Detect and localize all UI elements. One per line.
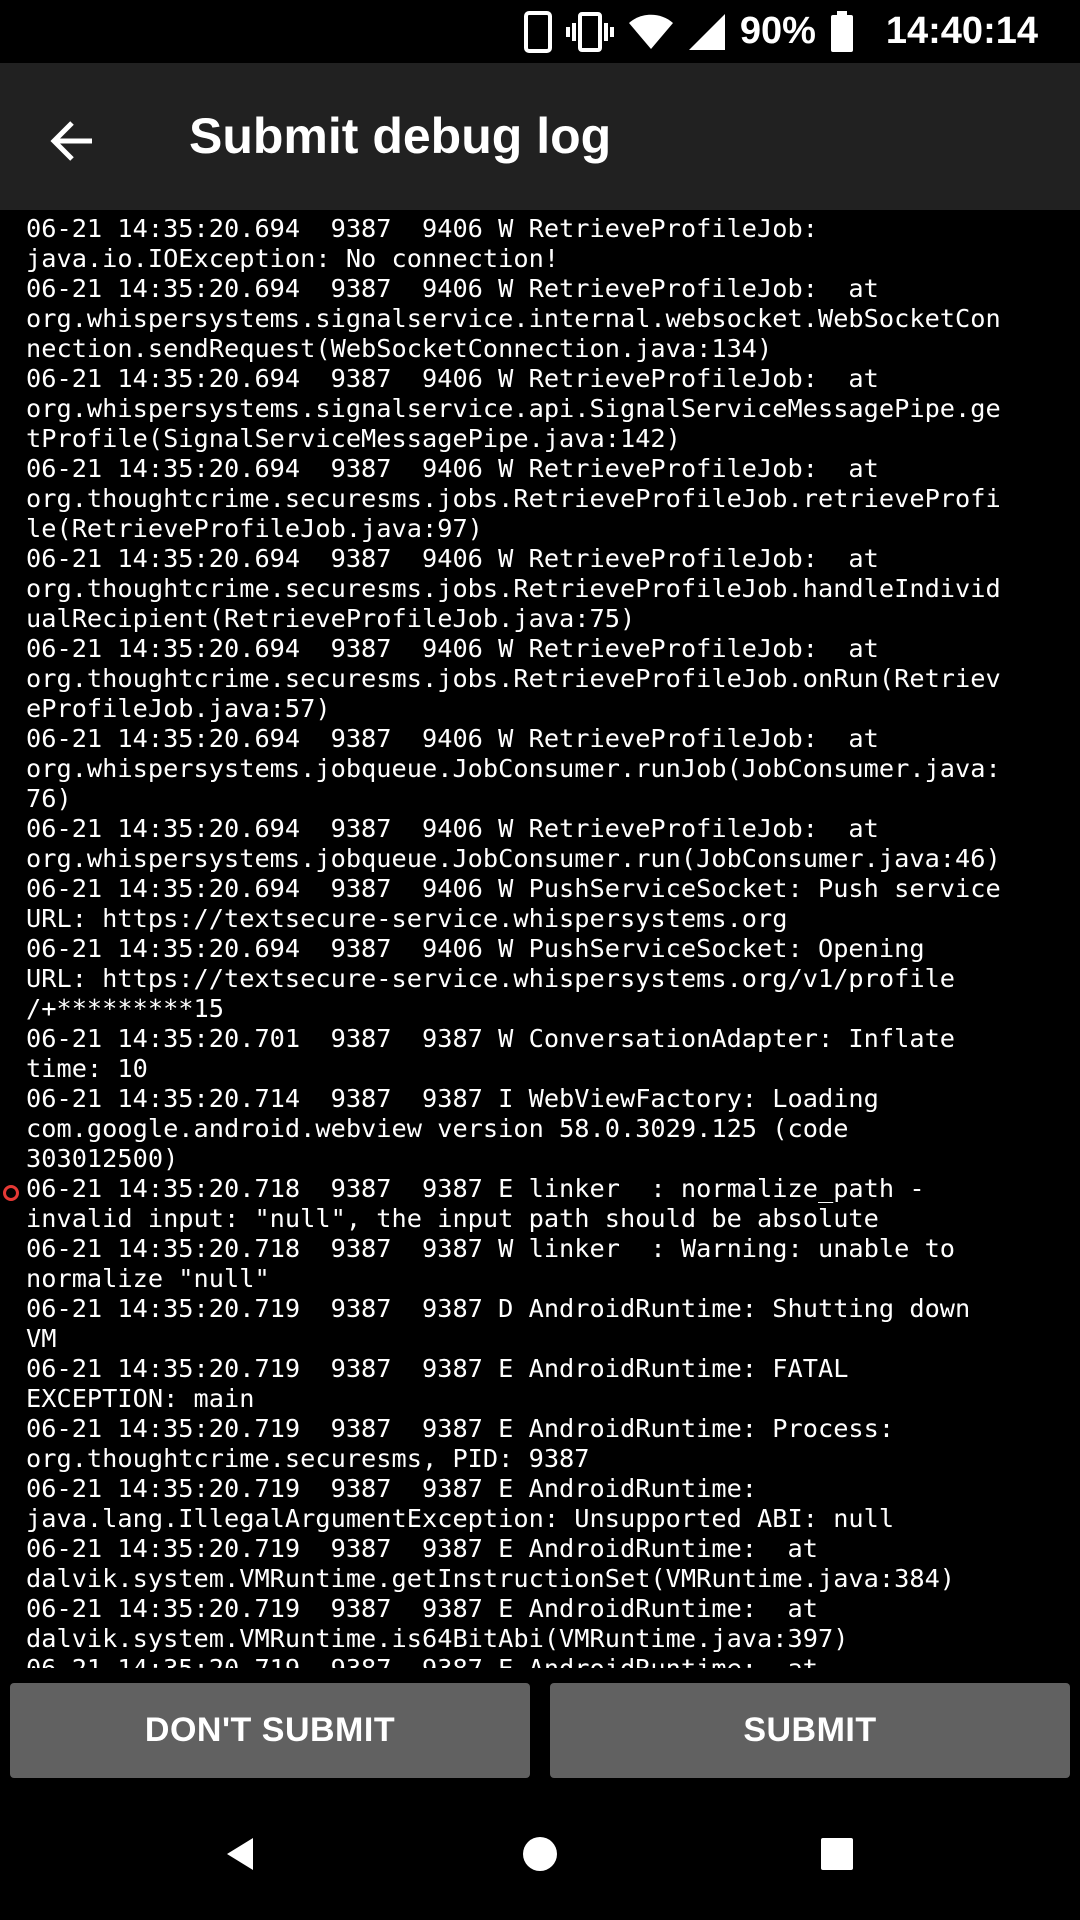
status-icons: 90% 14:40:14 (523, 0, 1080, 63)
nav-home-button[interactable] (504, 1818, 576, 1890)
nav-home-icon (520, 1834, 560, 1874)
nav-back-icon (221, 1834, 261, 1874)
status-bar: 90% 14:40:14 (0, 0, 1080, 63)
vibrate-icon (565, 11, 614, 53)
button-bar: DON'T SUBMIT SUBMIT (0, 1668, 1080, 1788)
battery-icon (830, 10, 854, 53)
dont-submit-button[interactable]: DON'T SUBMIT (10, 1683, 530, 1778)
app-bar: Submit debug log (0, 63, 1080, 210)
phone-icon (523, 10, 552, 53)
status-clock: 14:40:14 (885, 10, 1038, 52)
arrow-back-icon (48, 117, 96, 165)
submit-button[interactable]: SUBMIT (550, 1683, 1070, 1778)
back-button[interactable] (30, 99, 114, 183)
wifi-icon (628, 14, 674, 50)
debug-log-view[interactable]: 06-21 14:35:20.694 9387 9406 W RetrieveP… (0, 210, 1080, 1668)
battery-percent: 90% (739, 10, 816, 52)
navigation-bar (0, 1788, 1080, 1920)
error-marker-icon (3, 1185, 19, 1201)
debug-log-text: 06-21 14:35:20.694 9387 9406 W RetrieveP… (26, 214, 1001, 1668)
nav-recents-icon (817, 1834, 857, 1874)
cell-signal-icon (688, 13, 726, 51)
nav-recents-button[interactable] (801, 1818, 873, 1890)
page-title: Submit debug log (189, 108, 612, 164)
nav-back-button[interactable] (205, 1818, 277, 1890)
